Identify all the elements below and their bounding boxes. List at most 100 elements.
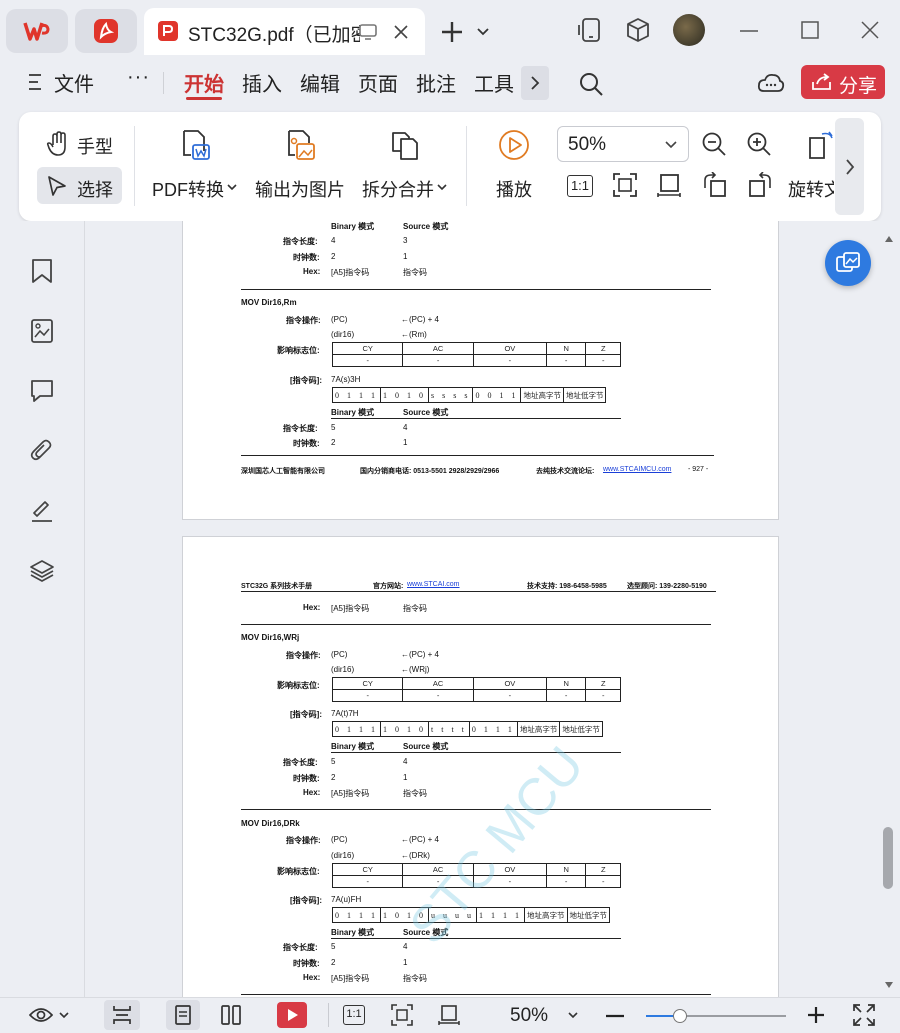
scrollbar-thumb[interactable]	[883, 827, 893, 889]
doc-text: ←(WRj)	[401, 665, 430, 674]
vertical-scrollbar[interactable]	[880, 221, 900, 997]
select-tool-button[interactable]: 选择	[37, 167, 122, 204]
eye-icon[interactable]	[29, 1005, 53, 1025]
cloud-chat-icon[interactable]	[757, 71, 785, 95]
flag-cell: OV	[472, 342, 547, 355]
fit-page-icon[interactable]	[612, 172, 638, 198]
tab-edit[interactable]: 编辑	[300, 68, 340, 97]
tab-page[interactable]: 页面	[358, 68, 398, 97]
minimize-icon[interactable]	[740, 29, 758, 33]
header-manual: STC32G 系列技术手册	[241, 583, 313, 590]
screen-icon[interactable]	[358, 22, 378, 42]
scroll-down-icon[interactable]	[884, 981, 894, 989]
tab-annotate[interactable]: 批注	[416, 68, 456, 97]
zoom-in-plus-icon[interactable]	[807, 1006, 825, 1024]
menu-scroll-right-button[interactable]	[521, 66, 549, 100]
float-convert-button[interactable]	[825, 240, 871, 286]
new-tab-icon[interactable]	[440, 20, 464, 44]
actual-size-button[interactable]: 1:1	[567, 175, 593, 197]
tablet-icon[interactable]	[578, 17, 604, 43]
search-icon[interactable]	[578, 71, 604, 97]
continuous-view-button[interactable]	[104, 1000, 140, 1030]
fullscreen-icon[interactable]	[853, 1004, 875, 1026]
ribbon-divider	[134, 126, 135, 206]
tab-insert[interactable]: 插入	[242, 68, 282, 97]
flag-cell: Z	[585, 863, 621, 876]
chevron-down-icon[interactable]	[59, 1011, 69, 1019]
document-viewport[interactable]: Binary 模式 Source 模式 指令长度: 4 3 时钟数: 2 1 H…	[85, 221, 880, 997]
chevron-down-icon[interactable]	[568, 1011, 578, 1019]
menu-divider	[163, 72, 164, 94]
wps-home-button[interactable]	[6, 9, 68, 53]
tab-start[interactable]: 开始	[184, 68, 224, 97]
actual-size-status-button[interactable]: 1:1	[343, 1005, 365, 1025]
thumbnail-icon[interactable]	[29, 318, 55, 344]
slideshow-button[interactable]	[277, 1002, 307, 1028]
play-label: 播放	[496, 180, 532, 200]
doc-text: (dir16)	[331, 665, 355, 674]
doc-text: 指令操作:	[286, 651, 321, 660]
maximize-icon[interactable]	[801, 21, 819, 39]
close-tab-icon[interactable]	[392, 23, 410, 41]
two-page-icon[interactable]	[221, 1005, 241, 1025]
rotate-right-icon[interactable]	[747, 172, 773, 198]
ribbon-divider	[466, 126, 467, 206]
export-image-label: 输出为图片	[255, 180, 345, 200]
rotate-text-icon	[809, 131, 833, 159]
share-icon	[812, 73, 831, 90]
flag-cell: N	[545, 863, 587, 876]
pdf-app-button[interactable]	[75, 9, 137, 53]
scroll-up-icon[interactable]	[884, 235, 894, 243]
user-avatar[interactable]	[673, 14, 705, 46]
footer-company: 深圳国芯人工智能有限公司	[241, 468, 325, 475]
header-site-link[interactable]: www.STCAI.com	[407, 581, 460, 588]
tab-tools[interactable]: 工具	[474, 68, 514, 97]
zoom-out-icon[interactable]	[701, 131, 727, 157]
file-menu[interactable]: 文件	[54, 68, 94, 97]
zoom-slider-track[interactable]	[646, 1009, 786, 1023]
pdf-file-icon	[158, 21, 178, 41]
bits-cell: 1 0 1 0	[380, 387, 429, 403]
bits-cell: 0 0 1 1	[472, 387, 522, 403]
tab-list-chevron-icon[interactable]	[476, 25, 490, 39]
fit-page-icon[interactable]	[391, 1004, 413, 1026]
attachment-icon[interactable]	[29, 438, 55, 464]
comment-icon[interactable]	[29, 378, 55, 404]
cube-icon[interactable]	[625, 17, 651, 43]
doc-text: ←(DRk)	[401, 851, 430, 860]
document-tab[interactable]: STC32G.pdf（已加密）	[144, 8, 425, 55]
bookmark-icon[interactable]	[30, 258, 54, 284]
doc-text: 1	[403, 252, 408, 261]
doc-text: 指令码	[403, 789, 427, 798]
fit-width-icon[interactable]	[656, 172, 682, 198]
zoom-out-minus-icon[interactable]	[605, 1014, 625, 1018]
flag-value: -	[331, 689, 404, 702]
play-button[interactable]: 播放	[488, 124, 542, 208]
rotate-left-icon[interactable]	[702, 172, 728, 198]
doc-text: Hex:	[303, 603, 321, 612]
active-tab-underline	[186, 97, 222, 100]
footer-url-link[interactable]: www.STCAIMCU.com	[603, 466, 671, 473]
zoom-in-icon[interactable]	[746, 131, 772, 157]
zoom-slider-knob[interactable]	[673, 1009, 687, 1023]
more-menu[interactable]: ···	[127, 66, 150, 89]
signature-icon[interactable]	[29, 498, 55, 524]
zoom-value: 50%	[568, 134, 607, 155]
doc-text: Source 模式	[403, 742, 449, 751]
export-image-button[interactable]: 输出为图片	[252, 124, 348, 208]
fit-width-icon[interactable]	[438, 1004, 460, 1026]
close-window-icon[interactable]	[861, 21, 879, 39]
single-page-view-button[interactable]	[166, 1000, 200, 1030]
ribbon-scroll-right-button[interactable]	[835, 118, 864, 215]
zoom-select[interactable]: 50%	[557, 126, 689, 162]
status-zoom-value[interactable]: 50%	[510, 1005, 548, 1027]
status-divider	[328, 1003, 329, 1027]
pdf-convert-button[interactable]: PDF转换	[148, 124, 242, 208]
layers-icon[interactable]	[29, 558, 55, 584]
doc-text: 时钟数:	[293, 439, 320, 448]
split-merge-button[interactable]: 拆分合并	[358, 124, 452, 208]
rotate-text-button[interactable]: 旋转文	[788, 124, 834, 208]
flag-value: -	[585, 875, 621, 888]
menu-lines-icon[interactable]	[28, 73, 42, 91]
share-button[interactable]: 分享	[801, 65, 885, 99]
